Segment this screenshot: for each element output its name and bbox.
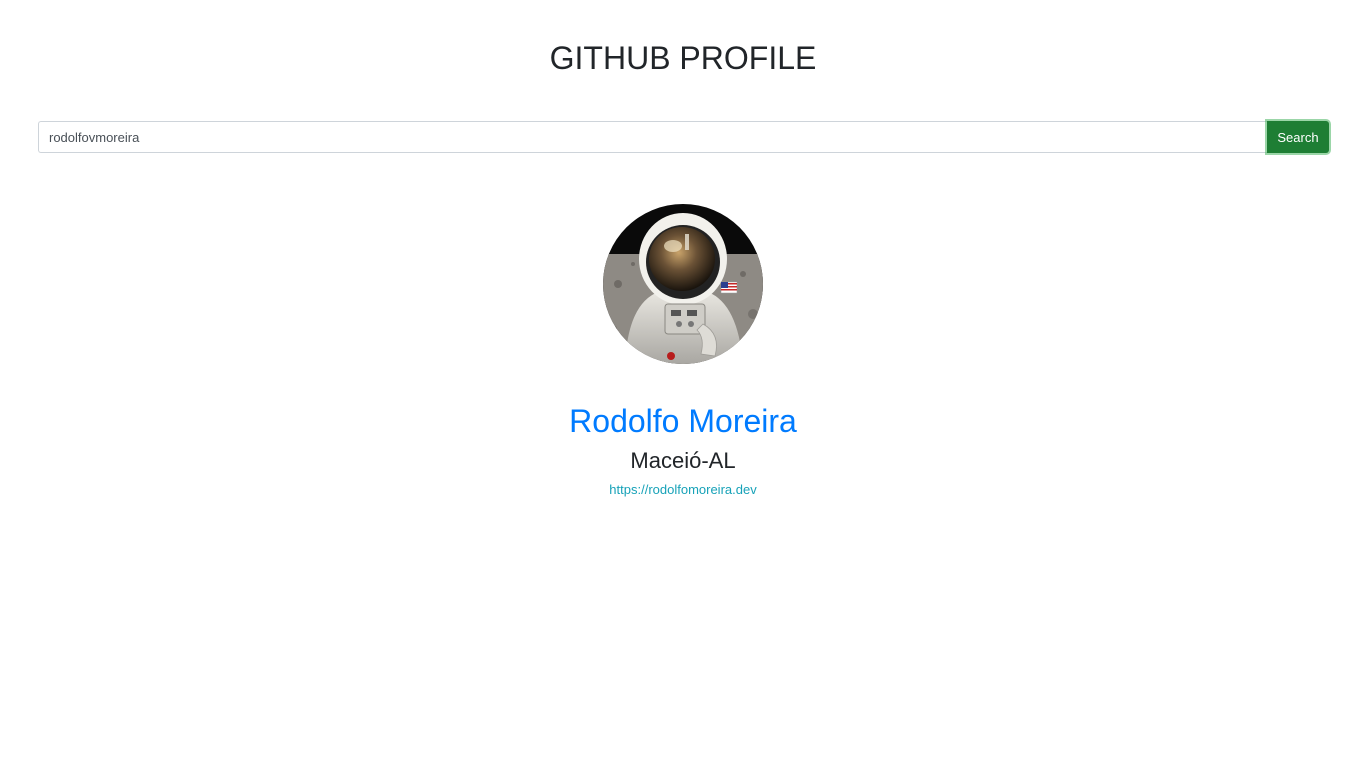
page-title: GITHUB PROFILE bbox=[549, 40, 817, 76]
search-input[interactable] bbox=[38, 121, 1267, 153]
astronaut-avatar-icon bbox=[603, 204, 763, 364]
search-bar: Search bbox=[38, 121, 1329, 153]
profile-location: Maceió-AL bbox=[630, 448, 736, 473]
search-button[interactable]: Search bbox=[1267, 121, 1329, 153]
profile-name-link[interactable]: Rodolfo Moreira bbox=[0, 400, 1366, 442]
profile-website-link[interactable]: https://rodolfomoreira.dev bbox=[0, 481, 1366, 499]
page: GITHUB PROFILE Search bbox=[0, 0, 1366, 768]
avatar bbox=[603, 204, 763, 364]
